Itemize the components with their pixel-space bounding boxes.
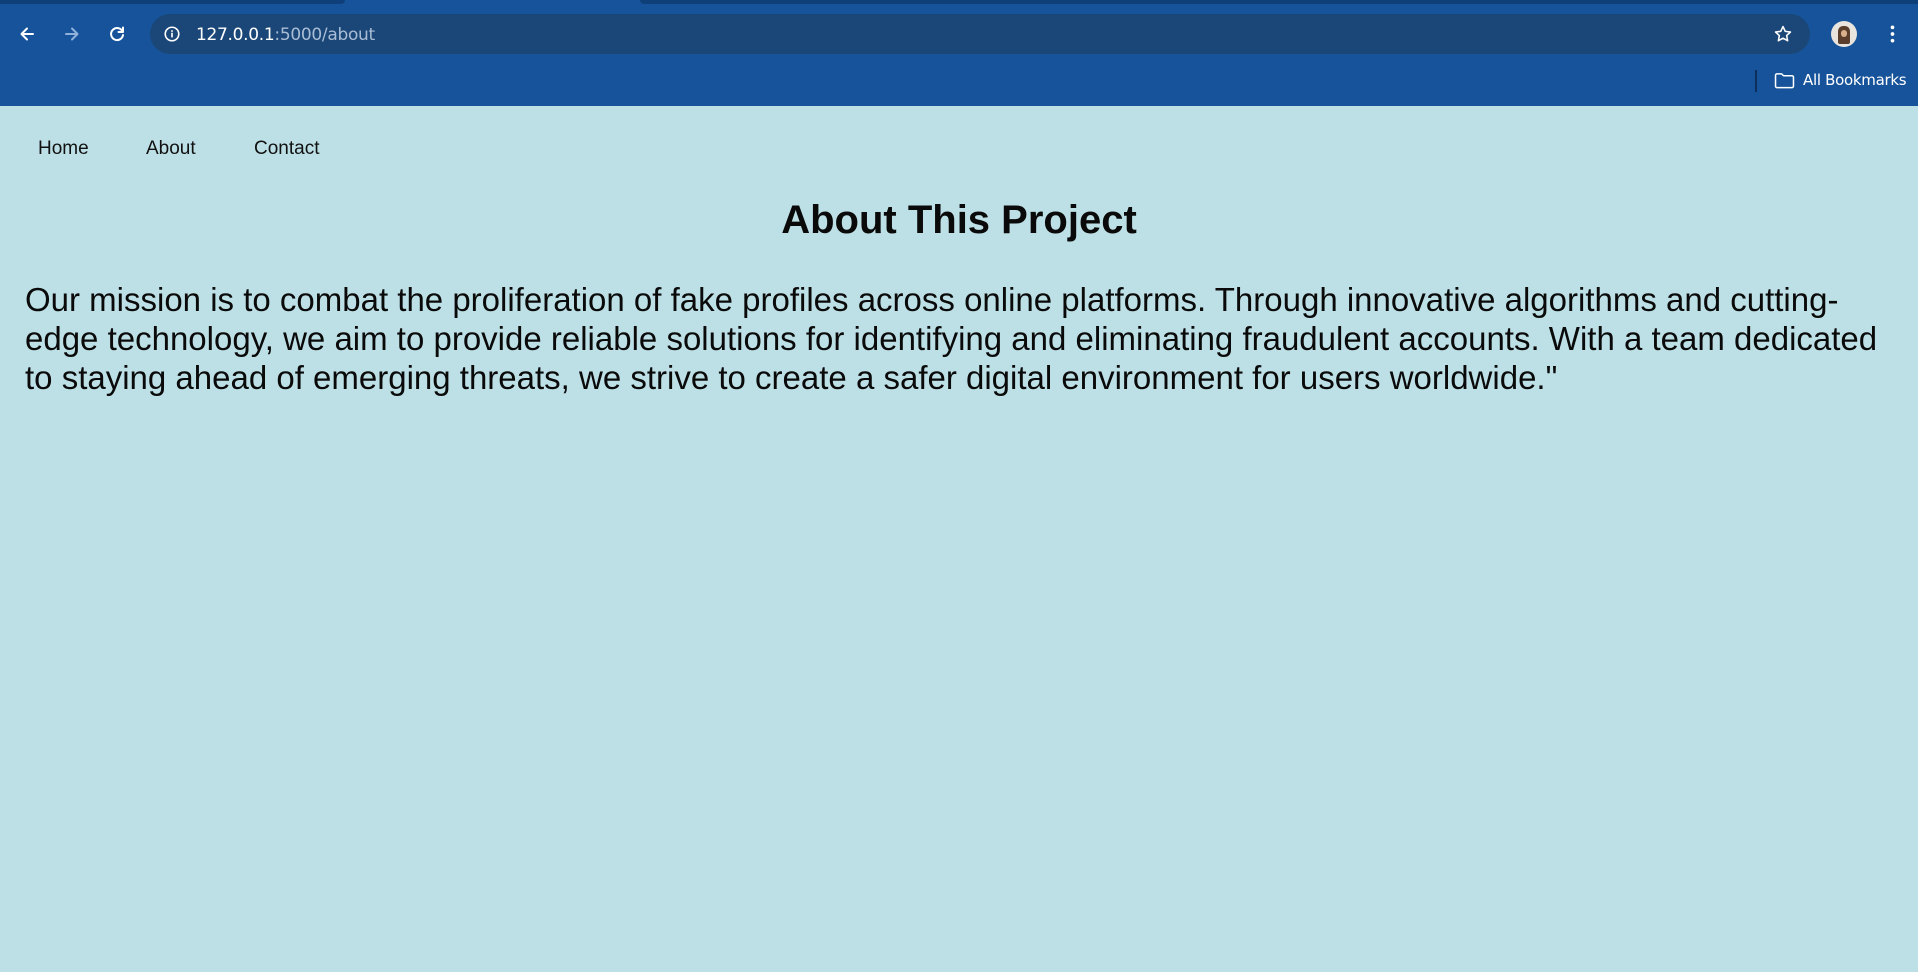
all-bookmarks-label: All Bookmarks xyxy=(1803,71,1907,89)
page-content: Home About Contact About This Project Ou… xyxy=(0,106,1918,972)
star-icon[interactable] xyxy=(1772,23,1794,45)
nav-contact-link[interactable]: Contact xyxy=(254,138,319,160)
back-button[interactable] xyxy=(11,18,43,50)
info-icon[interactable] xyxy=(162,24,182,44)
tab-strip xyxy=(0,0,1918,5)
nav-about-link[interactable]: About xyxy=(146,138,196,160)
arrow-right-icon xyxy=(65,27,79,41)
url-path: :5000/about xyxy=(274,25,375,45)
avatar-face xyxy=(1841,30,1847,37)
nav-home-link[interactable]: Home xyxy=(38,138,89,160)
tab-edge[interactable] xyxy=(640,0,1918,4)
tab-edge[interactable] xyxy=(0,0,345,4)
reload-button[interactable] xyxy=(101,18,133,50)
mission-paragraph: Our mission is to combat the proliferati… xyxy=(25,281,1878,396)
kebab-menu-icon[interactable] xyxy=(1880,20,1904,48)
url-host: 127.0.0.1 xyxy=(196,25,275,45)
avatar[interactable] xyxy=(1831,21,1857,47)
address-bar[interactable]: 127.0.0.1:5000/about xyxy=(150,14,1810,54)
arrow-left-icon xyxy=(20,27,34,41)
folder-icon xyxy=(1774,72,1795,88)
bookmarks-divider xyxy=(1755,70,1757,92)
browser-toolbar: 127.0.0.1:5000/about All Bookmarks xyxy=(0,0,1918,106)
reload-icon xyxy=(110,26,124,42)
url-text[interactable]: 127.0.0.1:5000/about xyxy=(196,25,375,45)
all-bookmarks-button[interactable]: All Bookmarks xyxy=(1774,68,1907,92)
page-title: About This Project xyxy=(781,198,1137,242)
forward-button[interactable] xyxy=(56,18,88,50)
